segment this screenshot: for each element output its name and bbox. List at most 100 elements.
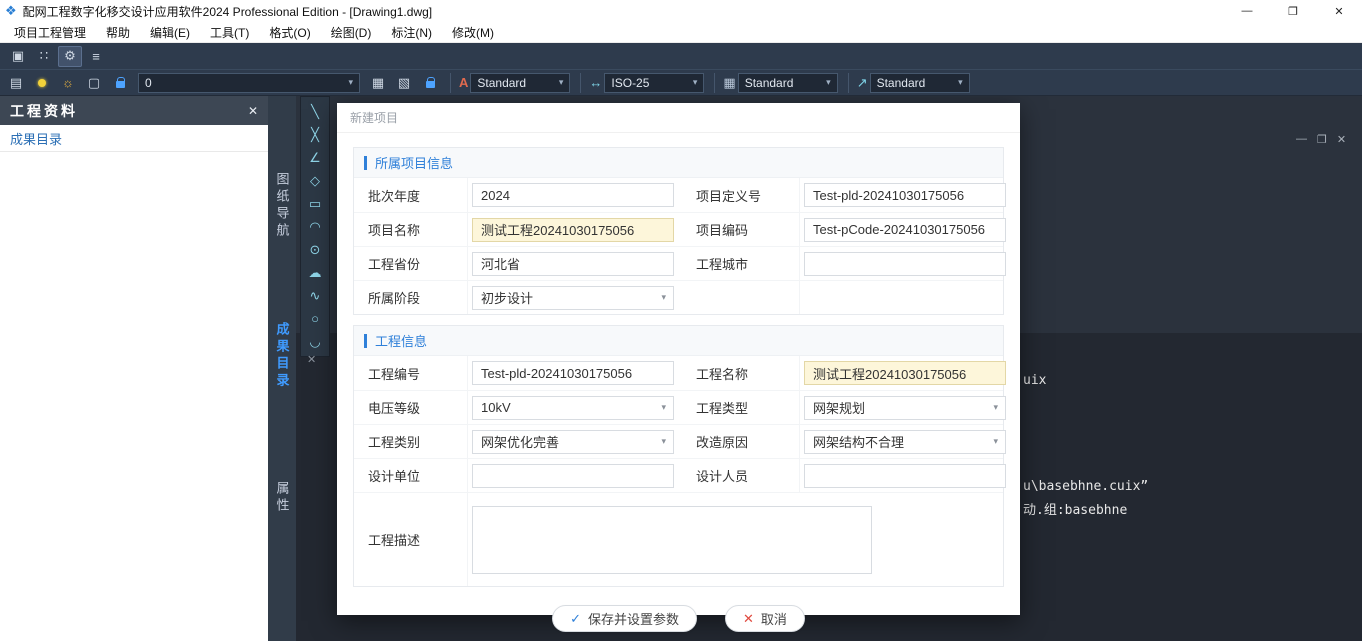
draw-polyline-icon[interactable]: ∠ (301, 146, 329, 169)
bulb-glyph (38, 79, 46, 87)
eng-type-select[interactable]: 网架规划 ▾ (804, 396, 1006, 420)
province-input[interactable]: 河北省 (472, 252, 674, 276)
draw-ellipse-arc-icon[interactable]: ◡ (301, 330, 329, 353)
menubar: 项目工程管理 帮助 编辑(E) 工具(T) 格式(O) 绘图(D) 标注(N) … (0, 22, 1362, 43)
designer-label: 设计人员 (680, 459, 800, 492)
standard-toolbar: ▣ ∷ ⚙ ≡ (0, 43, 1362, 69)
sun-icon[interactable]: ☼ (56, 72, 80, 93)
new-project-dialog: 新建项目 所属项目信息 批次年度 2024 项目定义号 Test-pld-202… (337, 103, 1020, 615)
separator (848, 73, 849, 93)
voltage-label: 电压等级 (368, 391, 468, 424)
draw-spline-icon[interactable]: ∿ (301, 284, 329, 307)
project-def-input[interactable]: Test-pld-20241030175056 (804, 183, 1006, 207)
table-style-select[interactable]: Standard ▾ (738, 73, 838, 93)
layer-select[interactable]: 0 ▾ (138, 73, 360, 93)
dim-style-select[interactable]: ISO-25 ▾ (604, 73, 704, 93)
draw-rectangle-icon[interactable]: ▭ (301, 192, 329, 215)
bulb-icon[interactable] (30, 72, 54, 93)
settings-gear-icon[interactable]: ⚙ (58, 46, 82, 67)
layer-isolate-icon[interactable]: ▧ (392, 72, 416, 93)
city-input[interactable] (804, 252, 1006, 276)
lock-icon[interactable] (108, 72, 132, 93)
menu-item-dimension[interactable]: 标注(N) (381, 22, 442, 42)
chevron-down-icon: ▾ (820, 77, 831, 88)
layer-properties-icon[interactable]: ▤ (4, 72, 28, 93)
table-style-icon: ▦ (723, 75, 735, 91)
menu-item-format[interactable]: 格式(O) (259, 22, 320, 42)
menu-item-help[interactable]: 帮助 (96, 22, 140, 42)
draw-polygon-icon[interactable]: ◇ (301, 169, 329, 192)
eng-category-select[interactable]: 网架优化完善 ▾ (472, 430, 674, 454)
window-title: 配网工程数字化移交设计应用软件2024 Professional Edition… (23, 3, 432, 20)
menu-item-edit[interactable]: 编辑(E) (140, 22, 200, 42)
layer-states-icon[interactable]: ▦ (366, 72, 390, 93)
grid-icon[interactable]: ∷ (32, 46, 56, 67)
separator (450, 73, 451, 93)
maximize-button[interactable]: ❐ (1270, 0, 1316, 22)
menu-item-modify[interactable]: 修改(M) (442, 22, 504, 42)
project-name-label: 项目名称 (368, 213, 468, 246)
voltage-select[interactable]: 10kV ▾ (472, 396, 674, 420)
eng-category-label: 工程类别 (368, 425, 468, 458)
project-info-section: 所属项目信息 批次年度 2024 项目定义号 Test-pld-20241030… (353, 147, 1004, 315)
sidebar-tab-results[interactable]: 成果目录 (268, 301, 296, 411)
project-name-input[interactable]: 测试工程20241030175056 (472, 218, 674, 242)
section-header: 所属项目信息 (354, 148, 1003, 178)
chevron-down-icon: ▾ (952, 77, 963, 88)
project-code-input[interactable]: Test-pCode-20241030175056 (804, 218, 1006, 242)
results-directory-item[interactable]: 成果目录 (0, 125, 268, 152)
mleader-style-select[interactable]: Standard ▾ (870, 73, 970, 93)
cancel-button[interactable]: ✕ 取消 (725, 605, 805, 632)
drawing-restore-button[interactable]: ❐ (1317, 133, 1327, 146)
draw-arc-icon[interactable]: ◠ (301, 215, 329, 238)
close-button[interactable]: ✕ (1316, 0, 1362, 22)
drawing-minimize-button[interactable]: — (1296, 133, 1307, 146)
batch-year-input[interactable]: 2024 (472, 183, 674, 207)
drawing-close-button[interactable]: ✕ (1337, 133, 1346, 146)
sidebar-tab-drawing-nav[interactable]: 图纸导航 (268, 151, 296, 261)
menu-item-tools[interactable]: 工具(T) (200, 22, 259, 42)
text-style-select[interactable]: Standard ▾ (470, 73, 570, 93)
draw-revcloud-icon[interactable]: ☁ (301, 261, 329, 284)
eng-type-label: 工程类型 (680, 391, 800, 424)
eng-no-input[interactable]: Test-pld-20241030175056 (472, 361, 674, 385)
blocks-icon[interactable]: ▣ (6, 46, 30, 67)
form-row: 项目名称 测试工程20241030175056 项目编码 Test-pCode-… (354, 212, 1003, 246)
menu-item-project-management[interactable]: 项目工程管理 (4, 22, 96, 42)
section-title: 所属项目信息 (375, 153, 453, 172)
batch-year-label: 批次年度 (368, 178, 468, 212)
description-label: 工程描述 (368, 493, 468, 586)
empty-label (680, 281, 800, 314)
minimize-button[interactable]: — (1224, 0, 1270, 22)
eng-name-input[interactable]: 测试工程20241030175056 (804, 361, 1006, 385)
panel-header: 工程资料 ✕ (0, 96, 268, 125)
draw-ellipse-icon[interactable]: ○ (301, 307, 329, 330)
form-row: 设计单位 设计人员 (354, 458, 1003, 492)
list-icon[interactable]: ≡ (84, 46, 108, 67)
dialog-actions: ✓ 保存并设置参数 ✕ 取消 (353, 605, 1004, 632)
section-accent-bar (364, 334, 367, 348)
layer-lock-icon[interactable] (418, 72, 442, 93)
stage-select[interactable]: 初步设计 ▾ (472, 286, 674, 310)
sidebar-tab-properties[interactable]: 属性 (268, 458, 296, 538)
draw-line-icon[interactable]: ╲ (301, 100, 329, 123)
chevron-down-icon: ▾ (687, 77, 698, 88)
dialog-title: 新建项目 (337, 103, 1020, 133)
panel-close-icon[interactable]: ✕ (248, 104, 258, 118)
menu-item-draw[interactable]: 绘图(D) (321, 22, 382, 42)
section-header: 工程信息 (354, 326, 1003, 356)
lock-glyph (116, 81, 125, 88)
design-unit-input[interactable] (472, 464, 674, 488)
draw-xline-icon[interactable]: ╳ (301, 123, 329, 146)
window-controls: — ❐ ✕ (1224, 0, 1362, 22)
save-params-button[interactable]: ✓ 保存并设置参数 (552, 605, 697, 632)
design-unit-label: 设计单位 (368, 459, 468, 492)
description-textarea[interactable] (472, 506, 872, 574)
draw-circle-icon[interactable]: ⊙ (301, 238, 329, 261)
layers-styles-toolbar: ▤ ☼ ▢ 0 ▾ ▦ ▧ A Standard ▾ ↔ ISO-25 ▾ ▦ … (0, 69, 1362, 96)
box-icon[interactable]: ▢ (82, 72, 106, 93)
reason-select[interactable]: 网架结构不合理 ▾ (804, 430, 1006, 454)
toolbar-close-icon[interactable]: ✕ (307, 353, 316, 366)
draw-toolbar: ╲ ╳ ∠ ◇ ▭ ◠ ⊙ ☁ ∿ ○ ◡ (300, 96, 330, 357)
designer-input[interactable] (804, 464, 1006, 488)
